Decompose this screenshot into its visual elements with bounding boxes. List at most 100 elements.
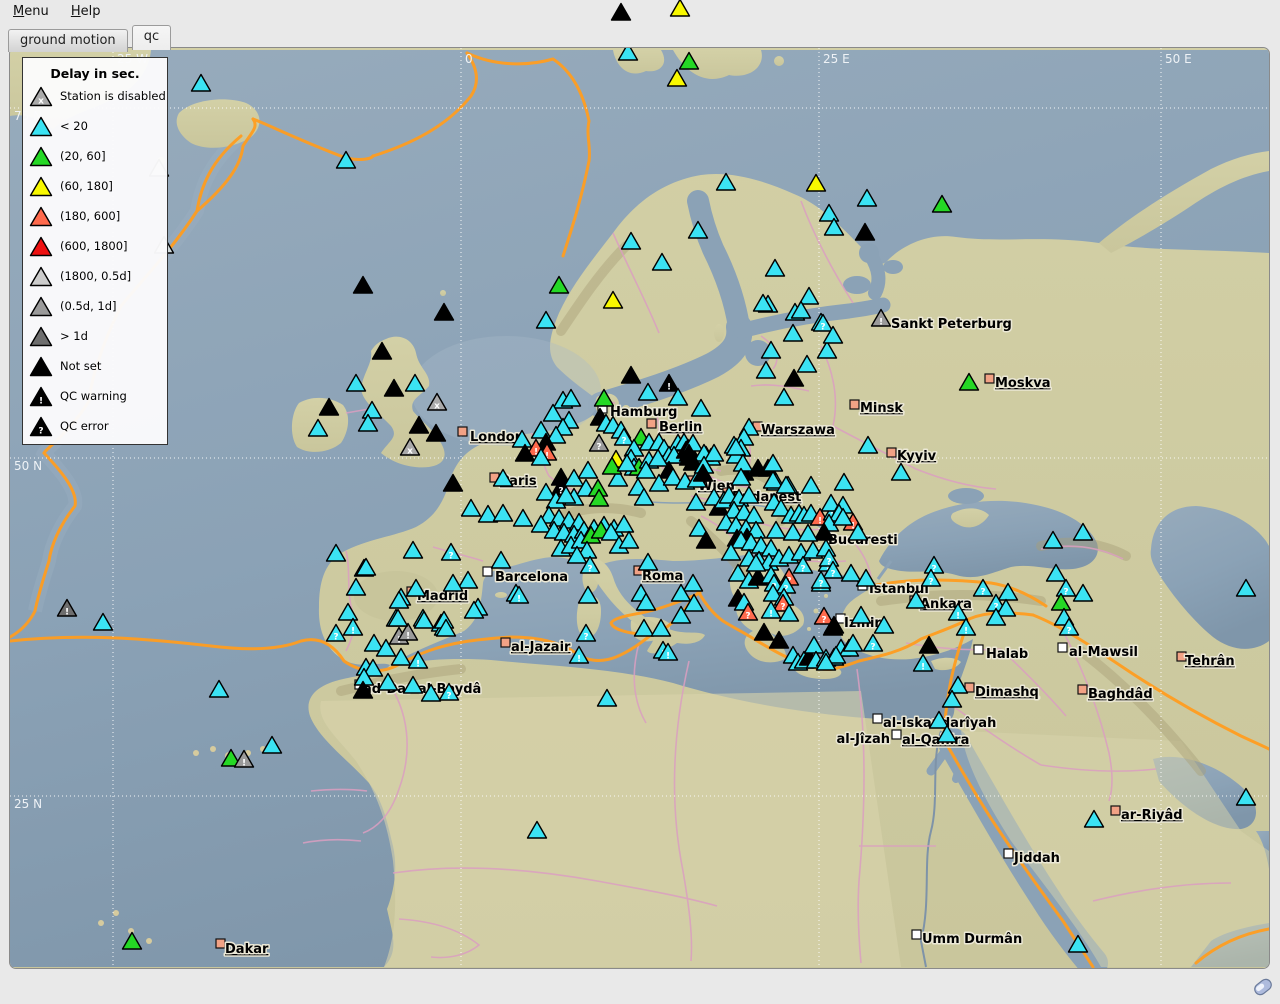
svg-text:?: ? xyxy=(583,633,588,643)
svg-text:!: ! xyxy=(921,663,925,673)
map-canvas[interactable]: 25 W025 E50 E75 N50 N25 NLondonParisHamb… xyxy=(10,48,1269,968)
legend-item-label: (0.5d, 1d] xyxy=(60,299,117,313)
svg-text:?: ? xyxy=(1066,627,1071,637)
city-name: al-Jazair xyxy=(511,640,571,655)
city-marker xyxy=(985,374,994,383)
legend-triangle-icon: ? xyxy=(29,416,53,437)
grid-label: 50 E xyxy=(1165,52,1192,66)
legend-triangle-icon xyxy=(29,356,53,377)
svg-text:!: ! xyxy=(65,608,69,618)
city-name: Halab xyxy=(986,647,1028,662)
legend-item-label: (20, 60] xyxy=(60,149,106,163)
legend-triangle-icon: ! xyxy=(29,386,53,407)
city-label: Dimashq xyxy=(965,683,1039,700)
city-marker xyxy=(1058,643,1067,652)
svg-text:?: ? xyxy=(821,616,826,626)
legend-item: !QC warning xyxy=(23,381,167,411)
city-name: Barcelona xyxy=(495,570,568,585)
legend-item: > 1d xyxy=(23,321,167,351)
city-name: al-Jîzah xyxy=(836,732,890,747)
city-name: Kyyiv xyxy=(897,449,937,464)
svg-text:x: x xyxy=(38,96,44,106)
city-label: Moskva xyxy=(985,374,1051,391)
legend-item-label: (1800, 0.5d] xyxy=(60,269,131,283)
legend-item-label: QC error xyxy=(60,419,109,433)
city-marker xyxy=(216,939,225,948)
legend-item: Not set xyxy=(23,351,167,381)
svg-text:!: ! xyxy=(769,610,773,620)
menu-button[interactable]: Menu xyxy=(4,0,58,23)
svg-text:!: ! xyxy=(956,612,960,622)
city-marker xyxy=(974,645,983,654)
svg-text:?: ? xyxy=(745,612,750,622)
svg-text:!: ! xyxy=(577,655,581,665)
legend-triangle-icon: x xyxy=(29,86,53,107)
city-name: Ankara xyxy=(920,597,972,612)
svg-text:x: x xyxy=(407,447,413,457)
tab-ground-motion[interactable]: ground motion xyxy=(8,29,128,52)
svg-text:?: ? xyxy=(830,570,835,580)
city-label: Umm Durmân xyxy=(912,930,1022,947)
city-marker xyxy=(873,714,882,723)
city-label: ar-Riyâd xyxy=(1111,806,1183,823)
legend-triangle-icon xyxy=(29,296,53,317)
legend-triangle-icon xyxy=(29,236,53,257)
city-marker xyxy=(1111,806,1120,815)
city-marker xyxy=(887,448,896,457)
legend-item: ? QC error xyxy=(23,411,167,441)
city-name: Dimashq xyxy=(975,685,1039,700)
city-label: Tehrân xyxy=(1177,652,1235,669)
legend-item-label: Station is disabled xyxy=(60,89,166,103)
legend: Delay in sec. xStation is disabled< 20(2… xyxy=(22,57,168,445)
legend-item: (600, 1800] xyxy=(23,231,167,261)
city-name: Istanbul xyxy=(869,582,929,597)
svg-text:?: ? xyxy=(820,323,825,333)
svg-text:?: ? xyxy=(448,552,453,562)
legend-triangle-icon xyxy=(29,176,53,197)
tab-qc[interactable]: qc xyxy=(132,25,171,50)
city-marker xyxy=(912,930,921,939)
legend-triangle-icon xyxy=(29,206,53,227)
svg-text:!: ! xyxy=(879,318,883,328)
legend-item: (180, 600] xyxy=(23,201,167,231)
terrain xyxy=(10,48,1269,968)
help-button[interactable]: Help xyxy=(62,0,110,23)
legend-item-label: Not set xyxy=(60,359,101,373)
city-name: Berlin xyxy=(659,420,702,435)
legend-item: (1800, 0.5d] xyxy=(23,261,167,291)
svg-text:?: ? xyxy=(38,426,43,436)
city-marker xyxy=(483,567,492,576)
svg-text:?: ? xyxy=(333,633,338,643)
city-name: Tehrân xyxy=(1185,654,1235,669)
resize-grip-icon[interactable] xyxy=(1253,977,1274,997)
svg-text:!: ! xyxy=(406,632,410,642)
legend-item: (20, 60] xyxy=(23,141,167,171)
city-label: al-Jazair xyxy=(501,638,571,655)
svg-text:!: ! xyxy=(667,383,671,393)
city-marker xyxy=(458,427,467,436)
city-marker xyxy=(647,419,656,428)
legend-triangle-icon xyxy=(29,146,53,167)
map-widget[interactable]: 25 W025 E50 E75 N50 N25 NLondonParisHamb… xyxy=(9,47,1270,969)
city-label: Barcelona xyxy=(483,567,568,585)
svg-text:?: ? xyxy=(870,643,875,653)
city-name: Moskva xyxy=(995,376,1051,391)
city-marker xyxy=(1078,685,1087,694)
svg-text:?: ? xyxy=(818,580,823,590)
legend-item-label: (180, 600] xyxy=(60,209,120,223)
menu-bar: Menu Help xyxy=(0,0,1280,24)
legend-item: < 20 xyxy=(23,111,167,141)
tab-bar: ground motion qc xyxy=(8,25,170,47)
legend-item-label: (600, 1800] xyxy=(60,239,128,253)
legend-triangle-icon xyxy=(29,326,53,347)
svg-text:?: ? xyxy=(980,588,985,598)
svg-text:!: ! xyxy=(818,517,822,527)
city-name: Baghdâd xyxy=(1088,687,1153,702)
city-name: Minsk xyxy=(860,401,903,416)
svg-text:!: ! xyxy=(517,595,521,605)
legend-item: x Station is disabled xyxy=(23,81,167,111)
city-name: Roma xyxy=(642,569,683,584)
legend-item: (0.5d, 1d] xyxy=(23,291,167,321)
city-name: Dakar xyxy=(225,942,269,957)
grid-label: 50 N xyxy=(14,459,42,473)
